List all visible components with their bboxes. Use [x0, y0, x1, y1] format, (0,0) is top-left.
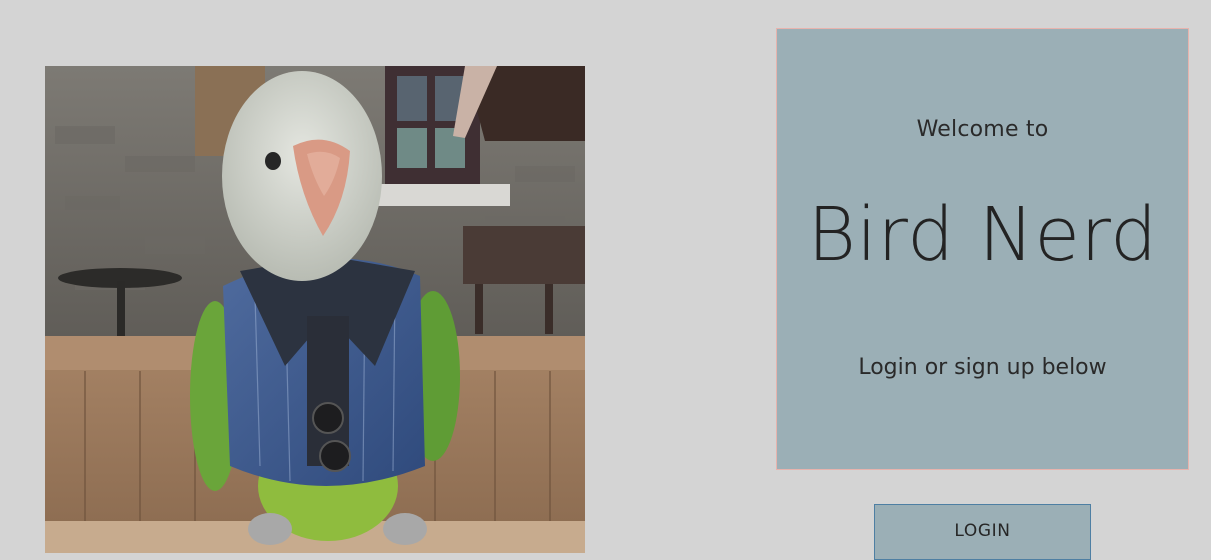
login-prompt-text: Login or sign up below	[858, 355, 1107, 380]
login-button[interactable]: LOGIN	[874, 504, 1091, 560]
brand-title: Bird Nerd	[807, 192, 1158, 278]
welcome-card: Welcome to Bird Nerd Login or sign up be…	[776, 28, 1189, 470]
parrot-illustration	[45, 66, 585, 553]
hero-photo	[45, 66, 585, 553]
welcome-text: Welcome to	[916, 117, 1049, 142]
